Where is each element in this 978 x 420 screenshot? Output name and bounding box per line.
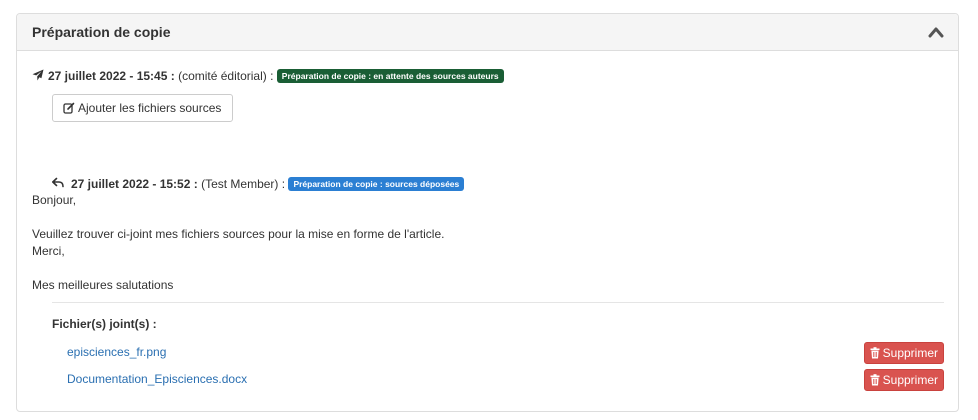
delete-attachment-button[interactable]: Supprimer — [863, 369, 944, 391]
history-entry-editorial: 27 juillet 2022 - 15:45 : (comité éditor… — [32, 68, 504, 84]
edit-icon — [63, 102, 75, 114]
trash-icon — [870, 347, 880, 359]
entry-author: (comité éditorial) : — [178, 69, 274, 83]
message-line: Merci, — [32, 244, 65, 258]
message-line: Mes meilleures salutations — [32, 278, 174, 292]
message-body: Bonjour, Veuillez trouver ci-joint mes f… — [32, 192, 958, 294]
delete-attachment-button[interactable]: Supprimer — [863, 342, 944, 364]
entry-date: 27 juillet 2022 - 15:45 : — [48, 69, 175, 83]
message-line: Bonjour, — [32, 193, 77, 207]
trash-icon — [870, 374, 880, 386]
entry-date: 27 juillet 2022 - 15:52 : — [71, 177, 198, 191]
attachment-link[interactable]: episciences_fr.png — [67, 345, 166, 359]
reply-icon — [52, 177, 64, 188]
attachment-row: episciences_fr.png Supprimer — [67, 342, 944, 364]
attachment-link[interactable]: Documentation_Episciences.docx — [67, 372, 247, 386]
chevron-up-icon[interactable] — [928, 26, 944, 38]
attachments-title: Fichier(s) joint(s) : — [52, 317, 157, 331]
delete-label: Supprimer — [882, 373, 938, 387]
delete-label: Supprimer — [882, 346, 938, 360]
panel-title: Préparation de copie — [32, 24, 171, 40]
divider — [52, 302, 944, 303]
paper-plane-icon — [32, 69, 44, 81]
attachment-row: Documentation_Episciences.docx Supprimer — [67, 369, 944, 391]
entry-author: (Test Member) : — [201, 177, 286, 191]
add-source-files-button[interactable]: Ajouter les fichiers sources — [52, 94, 233, 122]
message-line: Veuillez trouver ci-joint mes fichiers s… — [32, 227, 445, 241]
panel-heading: Préparation de copie — [17, 14, 958, 51]
status-badge: Préparation de copie : en attente des so… — [276, 69, 504, 83]
status-badge: Préparation de copie : sources déposées — [288, 177, 465, 191]
copy-preparation-panel: Préparation de copie 27 juillet 2022 - 1… — [16, 13, 959, 412]
add-source-files-label: Ajouter les fichiers sources — [78, 101, 222, 115]
history-entry-author: 27 juillet 2022 - 15:52 : (Test Member) … — [32, 176, 958, 294]
